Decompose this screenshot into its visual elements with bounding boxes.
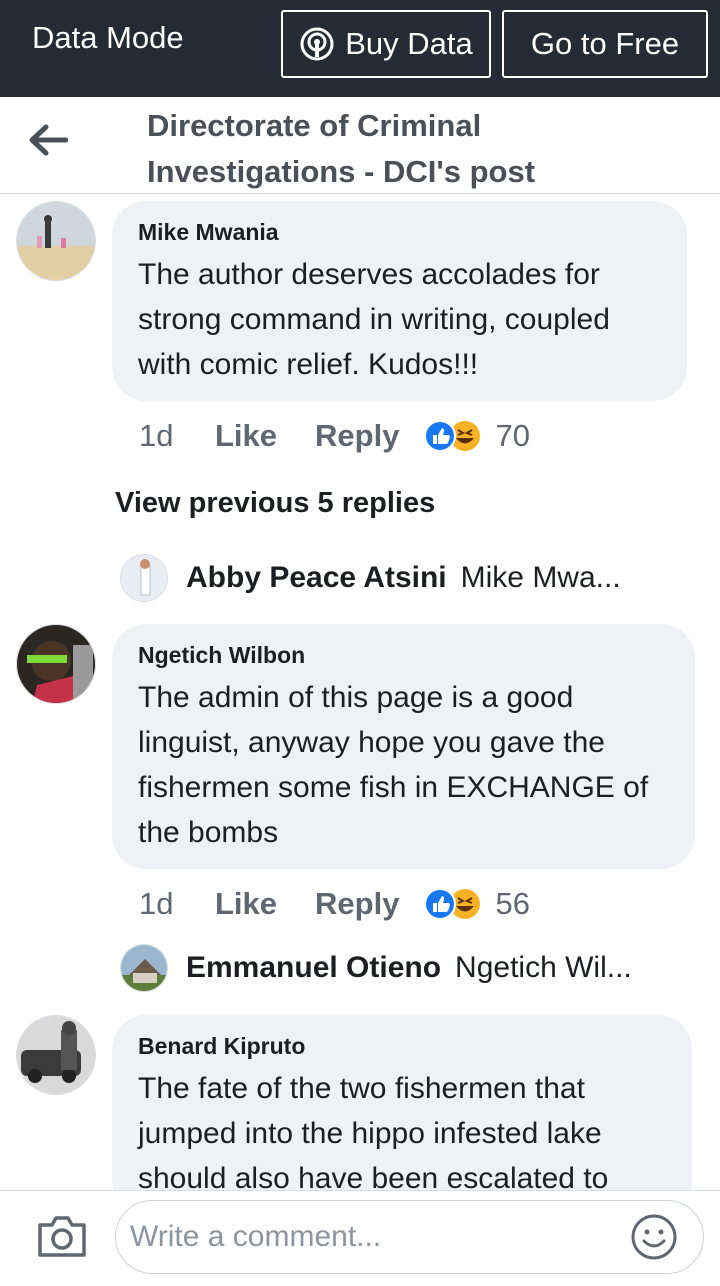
comment-author[interactable]: Ngetich Wilbon — [138, 642, 669, 669]
car-photo-avatar — [17, 1016, 95, 1094]
emoji-icon[interactable] — [630, 1213, 678, 1261]
data-mode-bar: Data Mode Buy Data Go to Free — [0, 0, 720, 97]
broadcast-icon — [300, 27, 334, 61]
avatar — [120, 944, 168, 992]
post-header: Directorate of Criminal Investigations -… — [0, 97, 720, 194]
beach-photo-avatar — [17, 202, 95, 280]
reply-button[interactable]: Reply — [315, 886, 399, 922]
reply-preview[interactable]: Emmanuel Otieno Ngetich Wil... — [120, 944, 680, 992]
reply-snippet: Ngetich Wil... — [455, 951, 632, 984]
reply-preview[interactable]: Abby Peace Atsini Mike Mwa... — [120, 554, 680, 602]
reaction-summary[interactable]: 56 — [423, 886, 530, 922]
portrait-photo-avatar — [17, 625, 95, 703]
go-to-free-button[interactable]: Go to Free — [502, 10, 708, 78]
like-haha-icons — [424, 420, 481, 452]
comment-text: The fate of the two fishermen that jumpe… — [138, 1072, 609, 1195]
comment-author[interactable]: Benard Kipruto — [138, 1033, 666, 1060]
camera-icon[interactable] — [36, 1213, 88, 1259]
avatar[interactable] — [16, 1015, 96, 1095]
avatar[interactable] — [16, 624, 96, 704]
view-previous-replies-link[interactable]: View previous 5 replies — [115, 487, 435, 520]
like-button[interactable]: Like — [215, 886, 277, 922]
comment-bubble: Benard Kipruto The fate of the two fishe… — [112, 1015, 692, 1215]
comment-time: 1d — [139, 886, 174, 921]
like-button[interactable]: Like — [215, 418, 277, 454]
reaction-count: 56 — [495, 886, 530, 921]
reply-author: Emmanuel Otieno — [186, 951, 442, 984]
comment-author[interactable]: Mike Mwania — [138, 219, 661, 246]
buy-data-label: Buy Data — [345, 26, 473, 61]
data-mode-label: Data Mode — [32, 20, 184, 55]
avatar — [120, 554, 168, 602]
comment-actions: 1d Like Reply 70 — [139, 416, 530, 456]
buy-data-button[interactable]: Buy Data — [281, 10, 491, 78]
reply-snippet: Mike Mwa... — [460, 561, 621, 594]
reply-author: Abby Peace Atsini — [186, 561, 447, 594]
comment-input[interactable]: Write a comment... — [115, 1200, 704, 1274]
comment-time: 1d — [139, 418, 174, 453]
reaction-summary[interactable]: 70 — [423, 418, 530, 454]
go-to-free-label: Go to Free — [530, 26, 680, 61]
avatar[interactable] — [16, 201, 96, 281]
reply-button[interactable]: Reply — [315, 418, 399, 454]
comment-text: The admin of this page is a good linguis… — [138, 681, 649, 849]
comment-composer: Write a comment... — [0, 1190, 720, 1286]
reaction-count: 70 — [495, 418, 530, 453]
page-title: Directorate of Criminal Investigations -… — [147, 108, 536, 189]
comment-actions: 1d Like Reply 56 — [139, 884, 530, 924]
comment-text: The author deserves accolades for strong… — [138, 258, 610, 381]
comment-bubble: Ngetich Wilbon The admin of this page is… — [112, 624, 695, 869]
like-haha-icons — [424, 888, 481, 920]
back-arrow-icon[interactable] — [28, 123, 68, 157]
comment-bubble: Mike Mwania The author deserves accolade… — [112, 201, 687, 401]
